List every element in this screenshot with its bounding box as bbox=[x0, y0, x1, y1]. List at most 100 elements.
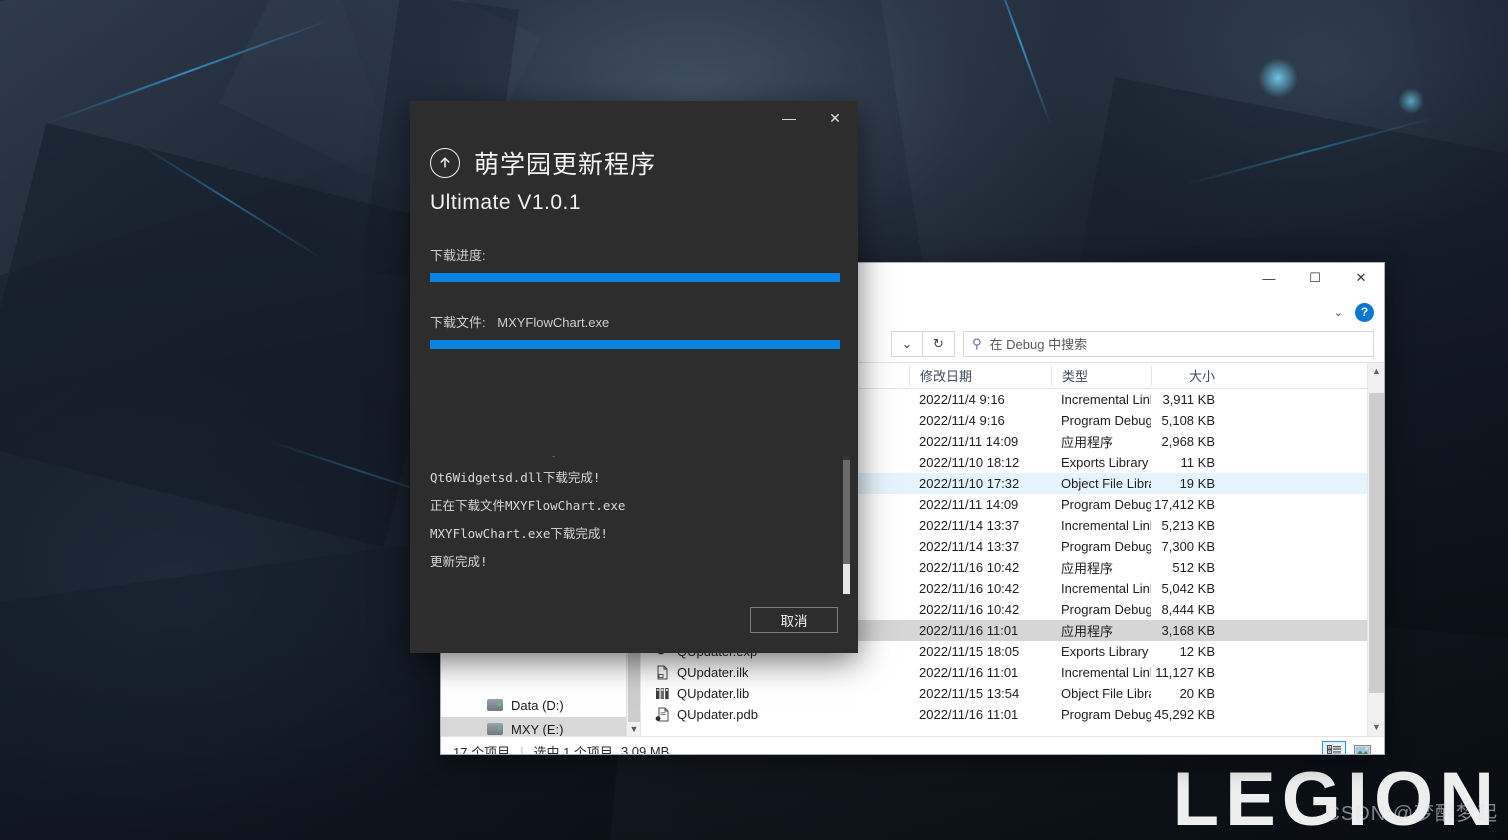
file-progress-label: 下载文件: MXYFlowChart.exe bbox=[430, 312, 838, 331]
file-date-cell: 2022/11/15 13:54 bbox=[919, 686, 1020, 701]
file-type-cell: Exports Library ... bbox=[1061, 644, 1151, 659]
large-icons-view-icon[interactable] bbox=[1350, 741, 1374, 754]
file-size-cell: 12 KB bbox=[1179, 644, 1215, 659]
drive-icon bbox=[487, 723, 503, 735]
status-selection: 选中 1 个项目 bbox=[533, 745, 613, 755]
file-type-cell: 应用程序 bbox=[1061, 435, 1114, 450]
log-line: 正在下载文件Qt6Widgetsd.dll bbox=[430, 456, 850, 464]
file-type-cell: Program Debug... bbox=[1061, 413, 1151, 428]
file-date-cell: 2022/11/4 9:16 bbox=[919, 392, 1005, 407]
file-size-cell: 45,292 KB bbox=[1154, 707, 1215, 722]
log-scrollbar[interactable] bbox=[843, 456, 850, 596]
file-size-cell: 2,968 KB bbox=[1161, 434, 1216, 449]
wallpaper-glow bbox=[1398, 88, 1424, 114]
library-file-icon bbox=[655, 686, 670, 701]
file-size-cell: 20 KB bbox=[1179, 686, 1215, 701]
file-date-cell: 2022/11/16 10:42 bbox=[919, 602, 1020, 617]
refresh-icon[interactable]: ↻ bbox=[923, 330, 955, 357]
details-view-icon[interactable] bbox=[1322, 740, 1346, 754]
file-size-cell: 7,300 KB bbox=[1161, 539, 1216, 554]
nav-drive-label: MXY (E:) bbox=[511, 721, 564, 737]
desktop: LEGION CSDN @梦醒梦起 — ☐ ✕ ⌄ ? ⌄ ↻ ⚲ 在 Debu… bbox=[0, 0, 1508, 840]
address-history-chevron-down-icon[interactable]: ⌄ bbox=[891, 330, 923, 357]
file-name-cell: QUpdater.pdb bbox=[641, 707, 909, 722]
list-scrollbar-thumb[interactable] bbox=[1369, 393, 1384, 693]
view-toggle-group bbox=[1322, 740, 1384, 754]
nav-drive-label: Data (D:) bbox=[511, 697, 564, 713]
log-line: 正在下载文件MXYFlowChart.exe bbox=[430, 498, 626, 513]
column-header-size[interactable]: 大小 bbox=[1151, 365, 1227, 386]
file-date-cell: 2022/11/16 11:01 bbox=[919, 665, 1019, 680]
cancel-button[interactable]: 取消 bbox=[750, 607, 838, 633]
status-separator: | bbox=[520, 744, 524, 755]
navigation-drive-list: Data (D:)MXY (E:)FTP (F:) bbox=[441, 693, 627, 736]
file-date-cell: 2022/11/15 18:05 bbox=[919, 644, 1020, 659]
ribbon-expand-chevron-down-icon[interactable]: ⌄ bbox=[1334, 306, 1343, 319]
file-type-cell: Program Debug... bbox=[1061, 602, 1151, 617]
file-size-cell: 5,108 KB bbox=[1161, 413, 1216, 428]
file-type-cell: 应用程序 bbox=[1061, 624, 1114, 639]
file-date-cell: 2022/11/14 13:37 bbox=[919, 539, 1020, 554]
updater-subtitle: Ultimate V1.0.1 bbox=[430, 191, 582, 214]
column-header-date[interactable]: 修改日期 bbox=[909, 365, 1051, 386]
file-name-text: QUpdater.pdb bbox=[677, 707, 758, 722]
status-bar: 17 个项目 | 选中 1 个项目 3.09 MB bbox=[441, 736, 1384, 755]
nav-scroll-down-icon[interactable]: ▼ bbox=[627, 722, 640, 736]
help-icon[interactable]: ? bbox=[1355, 302, 1374, 322]
updater-close-button[interactable]: ✕ bbox=[812, 101, 858, 135]
explorer-maximize-button[interactable]: ☐ bbox=[1292, 263, 1338, 293]
file-date-cell: 2022/11/10 18:12 bbox=[919, 455, 1020, 470]
file-progress-section: 下载文件: MXYFlowChart.exe bbox=[410, 312, 858, 349]
file-date-cell: 2022/11/16 10:42 bbox=[919, 581, 1020, 596]
generic-file-icon bbox=[655, 665, 670, 680]
list-scroll-up-icon[interactable]: ▲ bbox=[1368, 363, 1384, 380]
explorer-close-button[interactable]: ✕ bbox=[1338, 263, 1384, 293]
file-date-cell: 2022/11/10 17:32 bbox=[919, 476, 1020, 491]
search-icon: ⚲ bbox=[972, 335, 982, 351]
updater-title-bar[interactable]: — ✕ bbox=[410, 101, 858, 135]
file-size-cell: 3,168 KB bbox=[1161, 623, 1216, 638]
file-size-cell: 11,127 KB bbox=[1155, 665, 1215, 680]
file-date-cell: 2022/11/11 14:09 bbox=[919, 434, 1019, 449]
list-scroll-down-icon[interactable]: ▼ bbox=[1368, 719, 1384, 736]
wallpaper-glow bbox=[1258, 58, 1298, 98]
file-size-cell: 17,412 KB bbox=[1154, 497, 1215, 512]
file-progress-bar bbox=[430, 340, 840, 349]
explorer-minimize-button[interactable]: — bbox=[1246, 263, 1292, 293]
file-type-cell: Incremental Link... bbox=[1061, 518, 1151, 533]
file-date-cell: 2022/11/16 11:01 bbox=[919, 623, 1019, 638]
table-row[interactable]: QUpdater.pdb 2022/11/16 11:01 Program Debu… bbox=[641, 704, 1384, 725]
file-type-cell: Exports Library ... bbox=[1061, 455, 1151, 470]
update-log[interactable]: 正在下载文件Qt6Widgetsd.dll Qt6Widgetsd.dll下载完成… bbox=[430, 456, 850, 596]
column-header-type[interactable]: 类型 bbox=[1051, 365, 1151, 386]
file-size-cell: 8,444 KB bbox=[1161, 602, 1216, 617]
file-label-text: 下载文件: bbox=[430, 315, 486, 330]
file-name-text: QUpdater.lib bbox=[677, 686, 750, 701]
file-size-cell: 5,213 KB bbox=[1161, 518, 1216, 533]
file-type-cell: Incremental Link... bbox=[1061, 581, 1151, 596]
updater-title-row: 萌学园更新程序 bbox=[430, 145, 838, 181]
file-date-cell: 2022/11/16 10:42 bbox=[919, 560, 1020, 575]
file-list-scrollbar[interactable]: ▲ ▼ bbox=[1367, 363, 1384, 736]
search-input[interactable]: ⚲ 在 Debug 中搜索 bbox=[963, 330, 1374, 357]
updater-dialog[interactable]: — ✕ 萌学园更新程序 Ultimate V1.0.1 下载进度: 下载文件: … bbox=[410, 101, 858, 653]
updater-minimize-button[interactable]: — bbox=[766, 101, 812, 135]
file-type-cell: Incremental Link... bbox=[1061, 392, 1151, 407]
table-row[interactable]: QUpdater.ilk 2022/11/16 11:01 Incremental … bbox=[641, 662, 1384, 683]
status-item-count: 17 个项目 bbox=[453, 745, 511, 755]
log-scrollbar-track-thumb[interactable] bbox=[843, 460, 850, 566]
updater-title: 萌学园更新程序 bbox=[474, 151, 657, 179]
file-progress-fill bbox=[430, 340, 840, 349]
nav-drive-item[interactable]: Data (D:) bbox=[441, 693, 627, 717]
table-row[interactable]: QUpdater.lib 2022/11/15 13:54 Object File … bbox=[641, 683, 1384, 704]
file-type-cell: Program Debug... bbox=[1061, 707, 1151, 722]
file-date-cell: 2022/11/14 13:37 bbox=[919, 518, 1020, 533]
search-placeholder: 在 Debug 中搜索 bbox=[989, 337, 1088, 352]
overall-progress-section: 下载进度: bbox=[410, 245, 858, 282]
file-size-cell: 19 KB bbox=[1179, 476, 1215, 491]
file-size-cell: 3,911 KB bbox=[1162, 392, 1215, 407]
file-type-cell: Program Debug... bbox=[1061, 497, 1151, 512]
log-scrollbar-thumb[interactable] bbox=[843, 564, 850, 594]
nav-drive-item[interactable]: MXY (E:) bbox=[441, 717, 627, 736]
file-type-cell: Program Debug... bbox=[1061, 539, 1151, 554]
